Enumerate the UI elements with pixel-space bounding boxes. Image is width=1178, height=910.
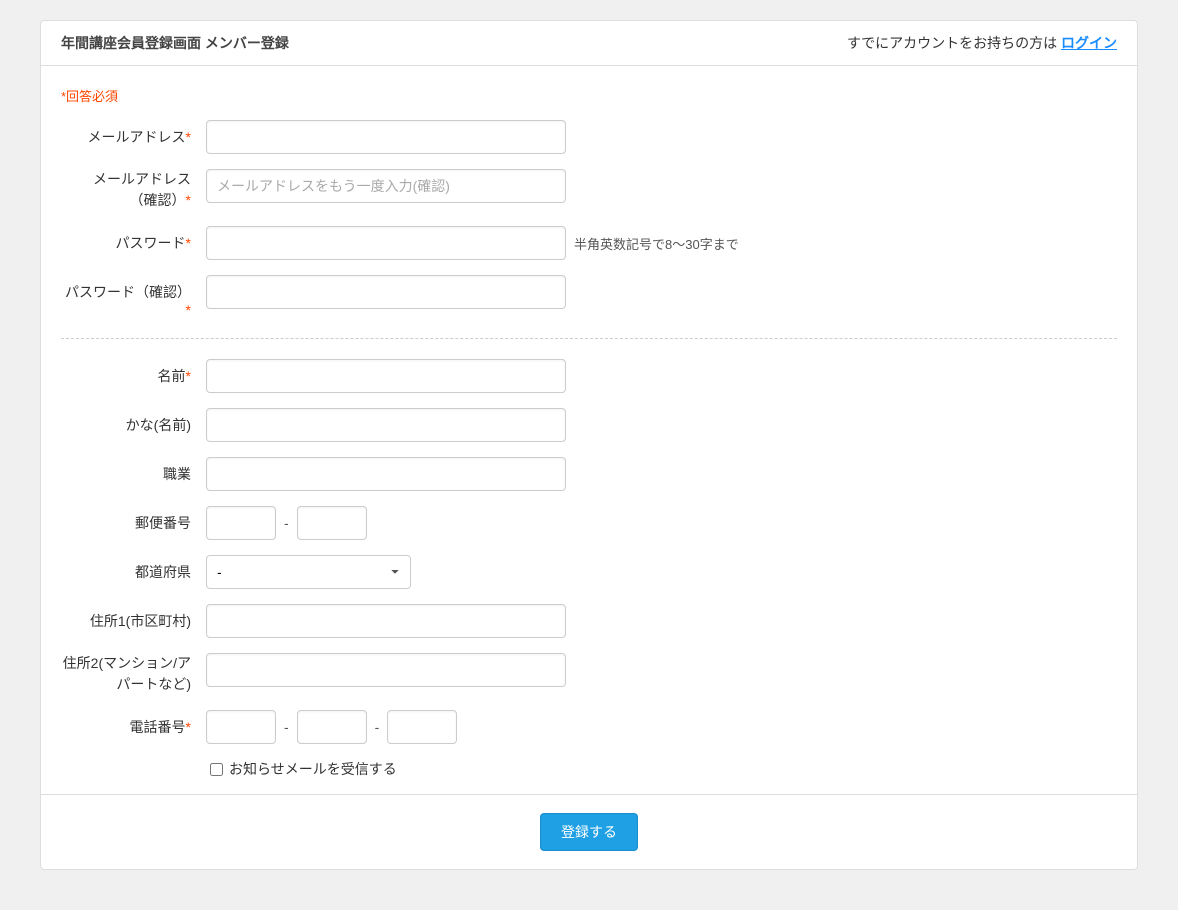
postal-dash: -	[284, 515, 289, 531]
row-postal: 郵便番号 -	[61, 506, 1117, 540]
address1-field[interactable]	[206, 604, 566, 638]
row-email: メールアドレス*	[61, 120, 1117, 154]
row-email-confirm: メールアドレス （確認）*	[61, 169, 1117, 211]
row-address1: 住所1(市区町村)	[61, 604, 1117, 638]
prefecture-select[interactable]: -	[206, 555, 411, 589]
row-kana: かな(名前)	[61, 408, 1117, 442]
phone-dash2: -	[375, 719, 380, 735]
page-title: 年間講座会員登録画面 メンバー登録	[61, 33, 289, 53]
form-body: *回答必須 メールアドレス* メールアドレス （確認）* パスワード*	[41, 66, 1137, 779]
label-name: 名前*	[61, 359, 206, 386]
postal1-field[interactable]	[206, 506, 276, 540]
login-prompt: すでにアカウントをお持ちの方は ログイン	[847, 33, 1117, 53]
registration-panel: 年間講座会員登録画面 メンバー登録 すでにアカウントをお持ちの方は ログイン *…	[40, 20, 1138, 870]
label-postal: 郵便番号	[61, 506, 206, 533]
label-address2: 住所2(マンション/ア パートなど)	[61, 653, 206, 695]
required-mark: *	[186, 719, 191, 735]
row-password-confirm: パスワード（確認）*	[61, 275, 1117, 318]
kana-field[interactable]	[206, 408, 566, 442]
label-prefecture: 都道府県	[61, 555, 206, 582]
required-mark: *	[186, 129, 191, 145]
row-name: 名前*	[61, 359, 1117, 393]
label-password-confirm: パスワード（確認）*	[61, 275, 206, 318]
newsletter-checkbox[interactable]	[210, 763, 223, 776]
login-link[interactable]: ログイン	[1061, 35, 1117, 51]
row-prefecture: 都道府県 -	[61, 555, 1117, 589]
email-field[interactable]	[206, 120, 566, 154]
submit-button[interactable]: 登録する	[540, 813, 638, 851]
section-divider	[61, 338, 1117, 339]
email-confirm-field[interactable]	[206, 169, 566, 203]
phone-dash1: -	[284, 719, 289, 735]
label-password: パスワード*	[61, 226, 206, 253]
phone1-field[interactable]	[206, 710, 276, 744]
label-email: メールアドレス*	[61, 120, 206, 147]
password-help: 半角英数記号で8～30字まで	[574, 234, 739, 253]
name-field[interactable]	[206, 359, 566, 393]
required-mark: *	[186, 302, 191, 318]
label-address1: 住所1(市区町村)	[61, 604, 206, 631]
label-phone: 電話番号*	[61, 710, 206, 737]
phone2-field[interactable]	[297, 710, 367, 744]
row-newsletter: お知らせメールを受信する	[61, 759, 1117, 779]
row-phone: 電話番号* - -	[61, 710, 1117, 744]
required-mark: *	[186, 192, 191, 208]
password-confirm-field[interactable]	[206, 275, 566, 309]
login-prompt-text: すでにアカウントをお持ちの方は	[847, 35, 1061, 51]
phone3-field[interactable]	[387, 710, 457, 744]
label-occupation: 職業	[61, 457, 206, 484]
row-occupation: 職業	[61, 457, 1117, 491]
panel-header: 年間講座会員登録画面 メンバー登録 すでにアカウントをお持ちの方は ログイン	[41, 21, 1137, 66]
row-address2: 住所2(マンション/ア パートなど)	[61, 653, 1117, 695]
address2-field[interactable]	[206, 653, 566, 687]
label-kana: かな(名前)	[61, 408, 206, 435]
postal2-field[interactable]	[297, 506, 367, 540]
occupation-field[interactable]	[206, 457, 566, 491]
panel-footer: 登録する	[41, 794, 1137, 869]
label-email-confirm: メールアドレス （確認）*	[61, 169, 206, 211]
row-password: パスワード* 半角英数記号で8～30字まで	[61, 226, 1117, 260]
required-mark: *	[186, 235, 191, 251]
required-note: *回答必須	[61, 86, 1117, 105]
required-mark: *	[186, 368, 191, 384]
newsletter-label[interactable]: お知らせメールを受信する	[229, 759, 397, 779]
password-field[interactable]	[206, 226, 566, 260]
